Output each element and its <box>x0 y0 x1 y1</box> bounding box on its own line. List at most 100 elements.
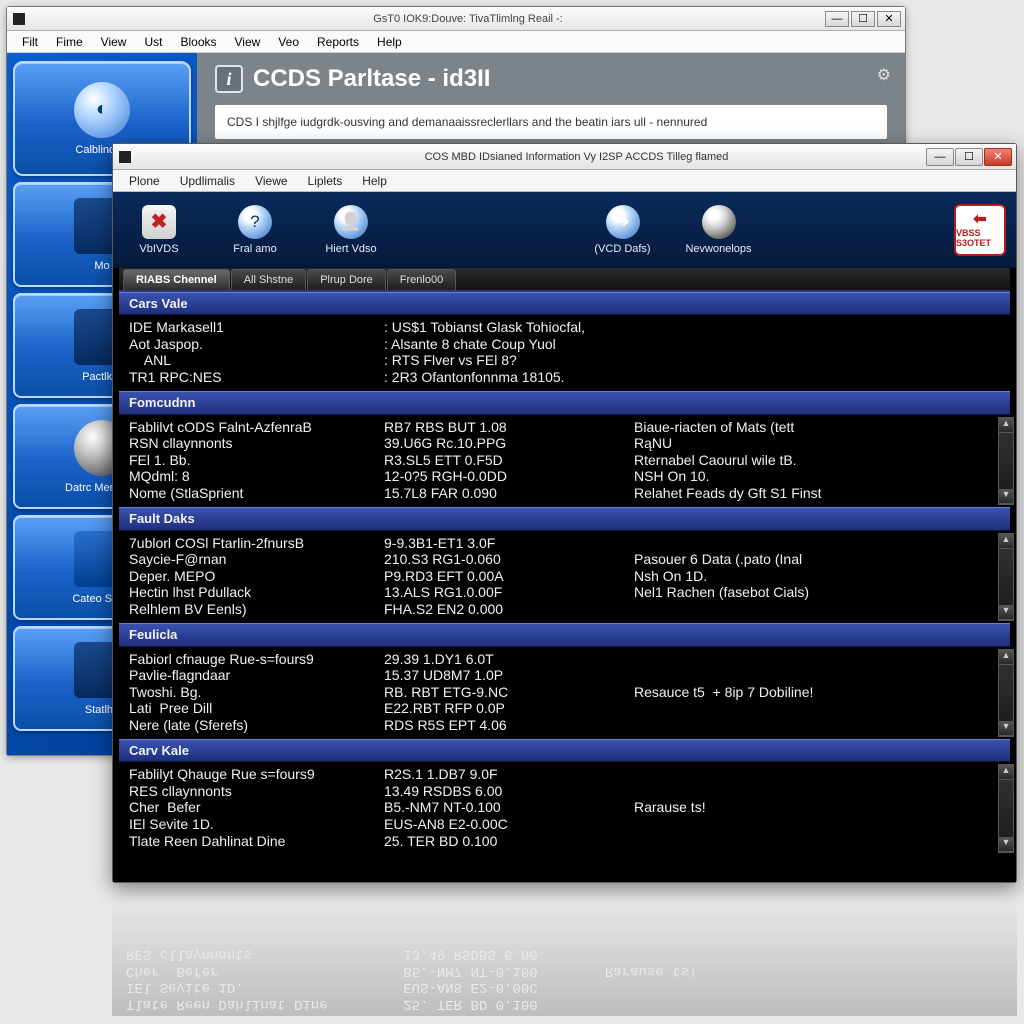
data-row: Saycie-F@rnan210.S3 RG1-0.060Pasouer 6 D… <box>129 551 1000 568</box>
section-body: Fablilvt cODS Falnt-AzfenraBRB7 RBS BUT … <box>119 415 1010 508</box>
bg-menu-item[interactable]: Veo <box>269 33 308 51</box>
col-label: ANL <box>129 352 384 369</box>
data-row: MQdml: 812-0?5 RGH-0.0DDNSH On 10. <box>129 468 1000 485</box>
col-value: 29.39 1.DY1 6.0T <box>384 651 634 668</box>
tab-frenlo00[interactable]: Frenlo00 <box>387 269 456 290</box>
gear-icon[interactable]: ⚙ <box>877 65 891 85</box>
col-label: MQdml: 8 <box>129 468 384 485</box>
col-desc: Pasouer 6 Data (.pato (Inal <box>634 551 1000 568</box>
scroll-up-icon[interactable]: ▲ <box>999 650 1013 665</box>
section-header: Cars Vale <box>119 292 1010 315</box>
globe-icon: ◐ <box>74 82 130 138</box>
bg-menu-item[interactable]: Ust <box>135 33 171 51</box>
section-header: Feulicla <box>119 623 1010 646</box>
data-row: ANL: RTS Flver vs FEl 8? <box>129 352 1000 369</box>
section-header: Carv Kale <box>119 739 1010 762</box>
bmw-icon <box>702 205 736 239</box>
col-value: 9-9.3B1-ET1 3.0F <box>384 535 634 552</box>
data-row: Cher BeferB5.-NM7 NT-0.100Rarause ts! <box>129 799 1000 816</box>
col-label: RES cllaynnonts <box>129 783 384 800</box>
bg-menu-item[interactable]: Filt <box>13 33 47 51</box>
scroll-down-icon[interactable]: ▼ <box>999 837 1013 852</box>
scrollbar[interactable]: ▲▼ <box>998 649 1014 738</box>
bg-menu-item[interactable]: View <box>226 33 270 51</box>
data-row: Deper. MEPOP9.RD3 EFT 0.00ANsh On 1D. <box>129 568 1000 585</box>
toolbar-hiert-vdso[interactable]: Hiert Vdso <box>315 205 387 255</box>
col-desc <box>634 535 1000 552</box>
close-x-icon <box>142 205 176 239</box>
data-row: Lati Pree DillE22.RBT RFP 0.0P <box>129 700 1000 717</box>
fg-menu-item[interactable]: Updlimalis <box>170 172 245 190</box>
bg-menu-item[interactable]: Fime <box>47 33 92 51</box>
col-value: 25. TER BD 0.100 <box>384 833 634 850</box>
data-row: Pavlie-flagndaar15.37 UD8M7 1.0P <box>129 667 1000 684</box>
col-value: 13.49 RSDBS 6.00 <box>384 783 634 800</box>
col-desc: RąNU <box>634 435 1000 452</box>
toolbar-nevwonelops[interactable]: Nevwonelops <box>683 205 755 255</box>
col-label: RSN cllaynnonts <box>129 435 384 452</box>
col-label: Deper. MEPO <box>129 568 384 585</box>
scroll-up-icon[interactable]: ▲ <box>999 418 1013 433</box>
bg-menu-item[interactable]: Help <box>368 33 411 51</box>
col-value: RDS R5S EPT 4.06 <box>384 717 634 734</box>
toolbar-vcd-dafs[interactable]: (VCD Dafs) <box>587 205 659 255</box>
data-row: RSN cllaynnonts39.U6G Rc.10.PPGRąNU <box>129 435 1000 452</box>
col-label: Fablilvt cODS Falnt-AzfenraB <box>129 419 384 436</box>
col-label: IEl Sevite 1D. <box>129 816 384 833</box>
col-value: R3.SL5 ETT 0.F5D <box>384 452 634 469</box>
col-label: Aot Jaspop. <box>129 336 384 353</box>
scroll-down-icon[interactable]: ▼ <box>999 721 1013 736</box>
scroll-up-icon[interactable]: ▲ <box>999 765 1013 780</box>
fg-maximize-button[interactable]: ☐ <box>955 148 983 166</box>
info-icon: i <box>215 65 243 93</box>
col-desc: Resauce t5 + 8ip 7 Dobiline! <box>634 684 1000 701</box>
stop-button[interactable]: VBSS S3OTET <box>954 204 1006 256</box>
fg-close-button[interactable]: ✕ <box>984 148 1012 166</box>
scroll-down-icon[interactable]: ▼ <box>999 605 1013 620</box>
bg-menu-item[interactable]: View <box>92 33 136 51</box>
fg-window-title: COS MBD IDsianed Information Vy I2SP ACC… <box>137 151 1016 163</box>
col-desc: Biaue-riacten of Mats (tett <box>634 419 1000 436</box>
col-value: 15.37 UD8M7 1.0P <box>384 667 634 684</box>
col-value: FHA.S2 EN2 0.000 <box>384 601 634 618</box>
scrollbar[interactable]: ▲▼ <box>998 533 1014 622</box>
col-label: Pavlie-flagndaar <box>129 667 384 684</box>
scrollbar[interactable]: ▲▼ <box>998 764 1014 853</box>
app-icon <box>13 13 25 25</box>
col-value: 15.7L8 FAR 0.090 <box>384 485 634 502</box>
data-row: Relhlem BV Eenls)FHA.S2 EN2 0.000 <box>129 601 1000 618</box>
col-label: Lati Pree Dill <box>129 700 384 717</box>
fg-menu-item[interactable]: Plone <box>119 172 170 190</box>
col-desc <box>634 833 1000 850</box>
data-row: Fablilyt Qhauge Rue s=fours9R2S.1 1.DB7 … <box>129 766 1000 783</box>
scroll-up-icon[interactable]: ▲ <box>999 534 1013 549</box>
fg-menu-item[interactable]: Viewe <box>245 172 297 190</box>
col-value: 13.ALS RG1.0.00F <box>384 584 634 601</box>
bg-menu-item[interactable]: Blooks <box>171 33 225 51</box>
scrollbar[interactable]: ▲▼ <box>998 417 1014 506</box>
bg-menu-item[interactable]: Reports <box>308 33 368 51</box>
bg-close-button[interactable]: ✕ <box>877 11 901 27</box>
tab-plrup-dore[interactable]: Plrup Dore <box>307 269 386 290</box>
col-value: E22.RBT RFP 0.0P <box>384 700 634 717</box>
data-row: IEl Sevite 1D.EUS-AN8 E2-0.00C <box>129 816 1000 833</box>
toolbar-fral-amo[interactable]: ? Fral amo <box>219 205 291 255</box>
col-label: Tlate Reen Dahlinat Dine <box>129 833 384 850</box>
col-value: R2S.1 1.DB7 9.0F <box>384 766 634 783</box>
scroll-down-icon[interactable]: ▼ <box>999 489 1013 504</box>
fg-menu-item[interactable]: Liplets <box>298 172 353 190</box>
fg-body: RIABS Chennel All Shstne Plrup Dore Fren… <box>113 268 1016 882</box>
fg-menu-item[interactable]: Help <box>352 172 397 190</box>
globe-question-icon: ? <box>238 205 272 239</box>
fg-minimize-button[interactable]: — <box>926 148 954 166</box>
bg-maximize-button[interactable]: ☐ <box>851 11 875 27</box>
col-label: Nome (StlaSprient <box>129 485 384 502</box>
tab-riabs-chennel[interactable]: RIABS Chennel <box>123 269 230 290</box>
tab-all-shstne[interactable]: All Shstne <box>231 269 307 290</box>
data-row: Aot Jaspop.: Alsante 8 chate Coup Yuol <box>129 336 1000 353</box>
col-value: EUS-AN8 E2-0.00C <box>384 816 634 833</box>
bg-minimize-button[interactable]: — <box>825 11 849 27</box>
toolbar-vbivds[interactable]: VbIVDS <box>123 205 195 255</box>
col-desc <box>634 651 1000 668</box>
col-value: 12-0?5 RGH-0.0DD <box>384 468 634 485</box>
